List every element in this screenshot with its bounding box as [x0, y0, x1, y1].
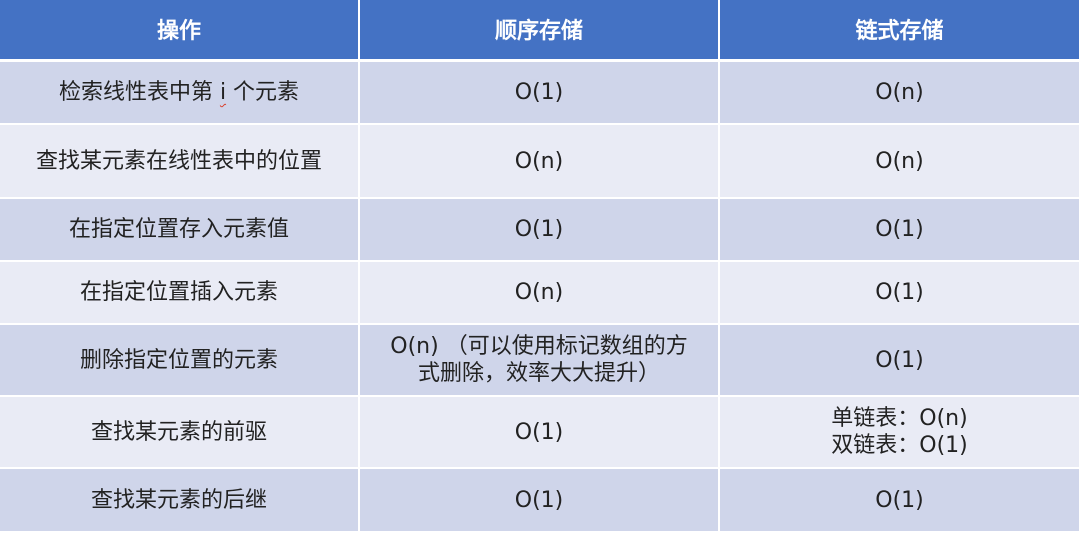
operation-text-pre: 检索线性表中第: [58, 79, 220, 105]
header-sequential-storage: 顺序存储: [359, 0, 720, 62]
doubly-linked-note: 双链表：O(1): [831, 433, 968, 458]
linked-cell: O(n): [719, 60, 1079, 125]
operation-cell: 查找某元素的前驱: [0, 396, 360, 469]
operation-cell: 在指定位置存入元素值: [0, 198, 360, 262]
sequential-cell: O(1): [359, 468, 720, 533]
operation-cell: 在指定位置插入元素: [0, 261, 360, 325]
sequential-note-line1: O(n) （可以使用标记数组的方: [390, 334, 688, 359]
operation-cell: 查找某元素在线性表中的位置: [0, 124, 360, 199]
singly-linked-note: 单链表：O(n): [831, 406, 968, 431]
linked-cell: O(1): [719, 468, 1079, 533]
header-operation: 操作: [0, 0, 360, 62]
table-row: 删除指定位置的元素 O(n) （可以使用标记数组的方 式删除，效率大大提升） O…: [0, 324, 1079, 397]
sequential-cell: O(n): [359, 124, 720, 199]
table-row: 在指定位置插入元素 O(n) O(1): [0, 261, 1079, 325]
sequential-cell: O(n): [359, 261, 720, 325]
linked-cell: O(n): [719, 124, 1079, 199]
linked-cell: O(1): [719, 198, 1079, 262]
table-row: 检索线性表中第 i 个元素 O(1) O(n): [0, 60, 1079, 125]
operation-text-post: 个元素: [226, 79, 300, 105]
sequential-cell: O(1): [359, 60, 720, 125]
sequential-note-line2: 式删除，效率大大提升）: [417, 361, 660, 386]
sequential-cell: O(1): [359, 396, 720, 469]
operation-cell: 删除指定位置的元素: [0, 324, 360, 397]
header-row: 操作 顺序存储 链式存储: [0, 0, 1079, 62]
operation-cell: 检索线性表中第 i 个元素: [0, 60, 360, 125]
operation-cell: 查找某元素的后继: [0, 468, 360, 533]
linked-cell: 单链表：O(n) 双链表：O(1): [719, 396, 1079, 469]
table-row: 查找某元素的前驱 O(1) 单链表：O(n) 双链表：O(1): [0, 396, 1079, 469]
sequential-cell: O(n) （可以使用标记数组的方 式删除，效率大大提升）: [359, 324, 720, 397]
table-row: 查找某元素在线性表中的位置 O(n) O(n): [0, 124, 1079, 199]
sequential-cell: O(1): [359, 198, 720, 262]
linked-cell: O(1): [719, 261, 1079, 325]
table-row: 在指定位置存入元素值 O(1) O(1): [0, 198, 1079, 262]
complexity-table: 操作 顺序存储 链式存储 检索线性表中第 i 个元素 O(1) O(n) 查找某…: [0, 0, 1079, 533]
table-row: 查找某元素的后继 O(1) O(1): [0, 468, 1079, 533]
header-linked-storage: 链式存储: [719, 0, 1079, 62]
linked-cell: O(1): [719, 324, 1079, 397]
